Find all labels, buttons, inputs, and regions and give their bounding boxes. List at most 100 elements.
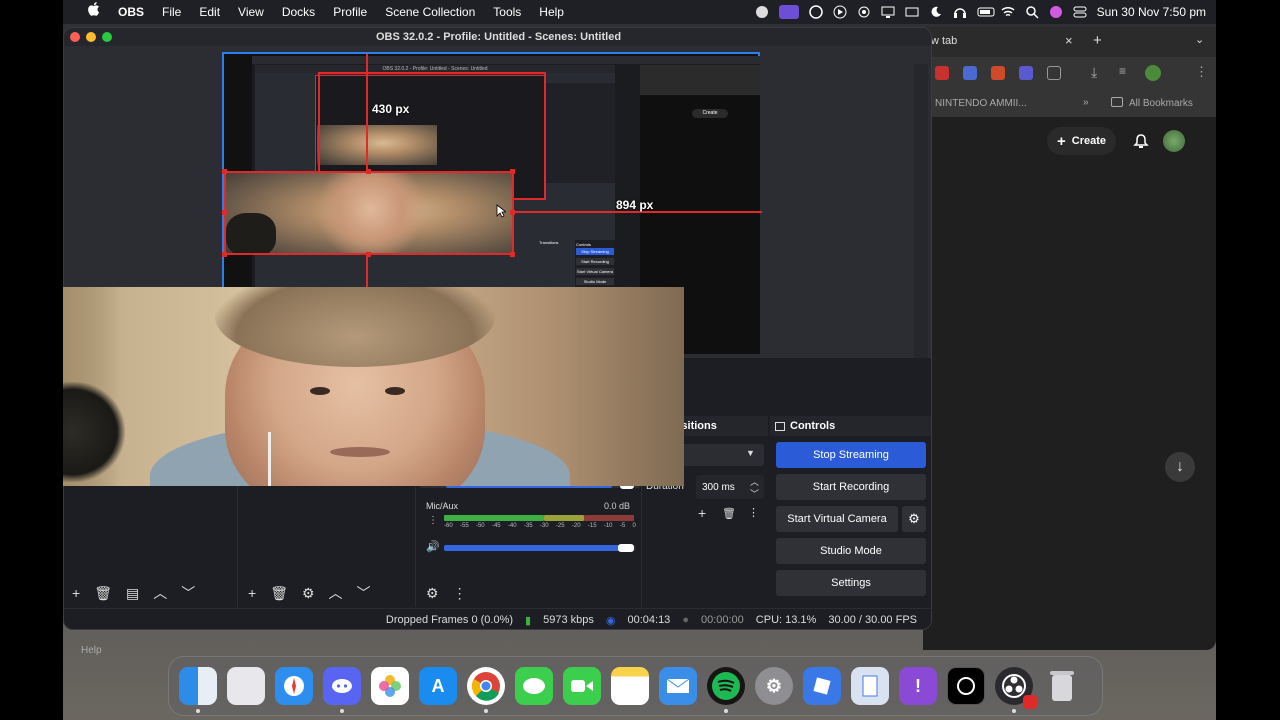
resize-handle[interactable] — [366, 252, 371, 257]
advanced-audio-icon[interactable]: ⚙ — [426, 585, 439, 602]
safari-icon[interactable] — [275, 667, 313, 705]
record-status-icon[interactable] — [755, 5, 769, 19]
resize-handle[interactable] — [222, 210, 227, 215]
mixer-more-icon[interactable]: ⋮ — [453, 585, 467, 602]
photos-icon[interactable] — [371, 667, 409, 705]
control-center-icon[interactable] — [1073, 5, 1087, 19]
chrome-menu-icon[interactable]: ⋮ — [1195, 64, 1208, 80]
mixer-menu-icon[interactable]: ⋮ — [428, 515, 438, 526]
messages-icon[interactable] — [515, 667, 553, 705]
obs-tray-icon[interactable] — [808, 5, 823, 19]
extension-icon[interactable] — [1019, 66, 1033, 80]
roblox-icon[interactable] — [803, 667, 841, 705]
settings-button[interactable]: Settings — [776, 570, 926, 596]
virtual-camera-settings-button[interactable]: ⚙ — [902, 506, 926, 532]
siri-icon[interactable] — [1049, 5, 1063, 19]
menu-file[interactable]: File — [153, 0, 190, 24]
menu-help[interactable]: Help — [530, 0, 573, 24]
facetime-icon[interactable] — [563, 667, 601, 705]
add-source-icon[interactable]: + — [72, 585, 80, 601]
app-store-icon[interactable]: A — [419, 667, 457, 705]
duration-spinbox[interactable]: 300 ms ︿ ﹀ — [696, 475, 764, 499]
resize-handle[interactable] — [222, 169, 227, 174]
add-transition-icon[interactable]: + — [698, 505, 706, 521]
resize-handle[interactable] — [510, 169, 515, 174]
mic-volume-slider[interactable] — [444, 544, 636, 552]
scene-settings-icon[interactable]: ⚙ — [302, 585, 315, 602]
extensions-puzzle-icon[interactable] — [1047, 66, 1061, 80]
preview-icon[interactable] — [851, 667, 889, 705]
system-settings-icon[interactable]: ⚙ — [755, 667, 793, 705]
airdrop-icon[interactable] — [857, 5, 871, 19]
chrome-icon[interactable] — [467, 667, 505, 713]
menu-edit[interactable]: Edit — [190, 0, 229, 24]
remove-scene-icon[interactable]: 🗑 — [270, 585, 288, 602]
trash-icon[interactable] — [1043, 667, 1081, 705]
resize-handle[interactable] — [366, 169, 371, 174]
remove-transition-icon[interactable]: 🗑 — [722, 507, 736, 520]
download-icon[interactable]: ⤓ — [1091, 64, 1097, 81]
studio-mode-button[interactable]: Studio Mode — [776, 538, 926, 564]
create-button[interactable]: + Create — [1047, 127, 1117, 155]
selected-webcam-source[interactable] — [224, 171, 514, 255]
moon-icon[interactable] — [929, 5, 943, 19]
user-avatar[interactable] — [1163, 130, 1185, 152]
start-virtual-camera-button[interactable]: Start Virtual Camera — [776, 506, 898, 532]
resize-handle[interactable] — [510, 252, 515, 257]
bell-icon[interactable] — [1133, 133, 1149, 154]
add-scene-icon[interactable]: + — [248, 585, 256, 601]
obs-icon[interactable] — [995, 667, 1037, 713]
headphones-icon[interactable] — [953, 5, 967, 19]
move-down-icon[interactable]: ﹀ — [181, 583, 195, 603]
keyboard-icon[interactable] — [905, 5, 919, 19]
volume-icon[interactable]: 🔊 — [426, 540, 440, 553]
start-recording-button[interactable]: Start Recording — [776, 474, 926, 500]
reading-list-icon[interactable]: ≡ — [1119, 64, 1126, 78]
finder-icon[interactable] — [179, 667, 217, 713]
bookmark-item[interactable]: NINTENDO AMMII... — [935, 98, 1027, 109]
preview-scrollbar[interactable] — [914, 64, 928, 376]
chrome-tab-title[interactable]: w tab — [931, 35, 957, 47]
transition-menu-icon[interactable]: ⋮ — [748, 506, 759, 519]
wifi-icon[interactable] — [1001, 5, 1015, 19]
battery-icon[interactable] — [977, 5, 995, 19]
stop-streaming-button[interactable]: Stop Streaming — [776, 442, 926, 468]
menu-tools[interactable]: Tools — [484, 0, 530, 24]
notes-icon[interactable] — [611, 667, 649, 705]
slider-knob[interactable] — [618, 544, 634, 552]
move-up-icon[interactable]: ︿ — [153, 583, 167, 603]
menu-scene-collection[interactable]: Scene Collection — [376, 0, 484, 24]
menu-docks[interactable]: Docks — [273, 0, 324, 24]
scene-down-icon[interactable]: ﹀ — [357, 583, 371, 603]
extension-icon[interactable] — [935, 66, 949, 80]
launchpad-icon[interactable] — [227, 667, 265, 705]
scene-up-icon[interactable]: ︿ — [329, 583, 343, 603]
menubar-clock[interactable]: Sun 30 Nov 7:50 pm — [1097, 5, 1206, 19]
remove-source-icon[interactable]: 🗑 — [94, 585, 112, 602]
extension-icon[interactable] — [991, 66, 1005, 80]
profile-avatar[interactable] — [1145, 65, 1161, 81]
all-bookmarks[interactable]: All Bookmarks — [1129, 98, 1193, 109]
play-icon[interactable] — [833, 5, 847, 19]
feedback-icon[interactable]: ! — [899, 667, 937, 705]
apple-icon[interactable] — [79, 0, 109, 24]
minimize-window-button[interactable] — [86, 32, 96, 42]
extension-icon[interactable] — [963, 66, 977, 80]
menu-profile[interactable]: Profile — [324, 0, 376, 24]
chatgpt-icon[interactable] — [947, 667, 985, 705]
resize-handle[interactable] — [510, 210, 515, 215]
menu-app-name[interactable]: OBS — [109, 0, 153, 24]
discord-icon[interactable] — [323, 667, 361, 713]
new-tab-icon[interactable]: + — [1093, 32, 1102, 49]
close-tab-icon[interactable]: × — [1065, 33, 1073, 48]
zoom-window-button[interactable] — [102, 32, 112, 42]
tab-search-icon[interactable]: ⌄ — [1195, 33, 1204, 46]
chevron-down-icon[interactable]: ﹀ — [750, 487, 759, 500]
display-icon[interactable] — [881, 5, 895, 19]
resize-handle[interactable] — [222, 252, 227, 257]
source-properties-icon[interactable]: ▤ — [126, 585, 139, 602]
search-icon[interactable] — [1025, 5, 1039, 19]
spotify-icon[interactable] — [707, 667, 745, 713]
menu-view[interactable]: View — [229, 0, 273, 24]
mail-icon[interactable] — [659, 667, 697, 705]
